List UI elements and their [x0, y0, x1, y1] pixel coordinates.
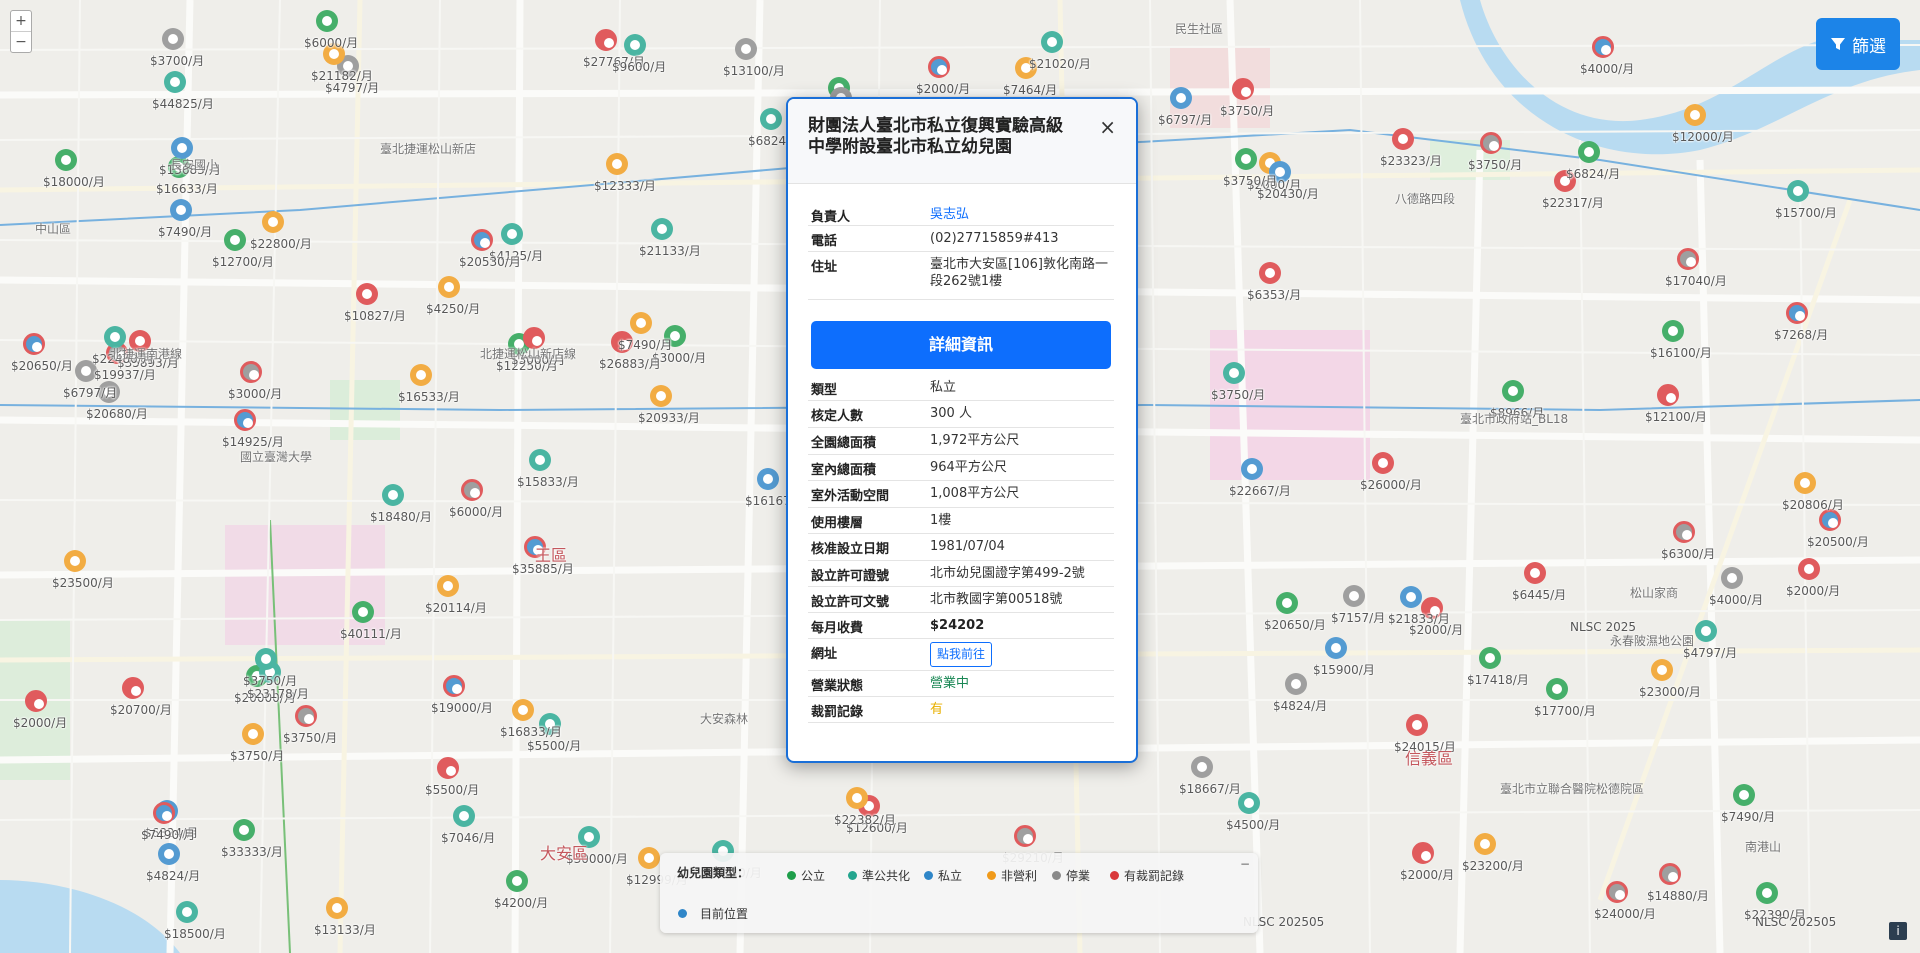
- filter-label: 篩選: [1852, 36, 1886, 57]
- legend-label: 公立: [801, 869, 826, 883]
- legend-dot-icon: [924, 871, 933, 880]
- legend-dot-icon: [987, 871, 996, 880]
- row-value: 1,008平方公尺: [930, 486, 1020, 501]
- info-row-owner: 負責人 吳志弘: [808, 201, 1114, 226]
- row-value: 1,972平方公尺: [930, 433, 1020, 448]
- row-value: 964平方公尺: [930, 460, 1007, 475]
- info-row: 設立許可證號 北市幼兒園證字第499-2號: [808, 560, 1114, 587]
- info-row-penalty: 裁罰記錄 有: [808, 696, 1114, 723]
- penalty-value: 有: [930, 702, 944, 717]
- filter-button[interactable]: 篩選: [1816, 18, 1900, 70]
- info-row: 室內總面積 964平方公尺: [808, 454, 1114, 481]
- row-key: 全園總面積: [811, 436, 877, 451]
- row-key: 室外活動空間: [811, 489, 890, 504]
- info-row: 全園總面積 1,972平方公尺: [808, 427, 1114, 455]
- row-value: 北市幼兒園證字第499-2號: [930, 566, 1085, 581]
- watermark: NLSC 2025: [1570, 620, 1637, 634]
- zoom-control: + −: [10, 10, 32, 53]
- row-key: 負責人: [811, 210, 851, 225]
- row-value: 300 人: [930, 406, 972, 421]
- row-key: 營業狀態: [811, 679, 864, 694]
- legend-label: 有裁罰記錄: [1124, 869, 1185, 883]
- info-row-address: 住址 臺北市大安區[106]敦化南路一段262號1樓: [808, 251, 1114, 300]
- legend-title: 幼兒園類型：: [677, 866, 750, 880]
- legend-dot-icon: [1052, 871, 1061, 880]
- modal-header: 財團法人臺北市私立復興實驗高級中學附設臺北市私立幼兒園 ×: [788, 99, 1136, 184]
- legend-item: 停業: [1052, 867, 1090, 884]
- legend-dot-icon: [848, 871, 857, 880]
- row-key: 設立許可文號: [811, 595, 890, 610]
- row-key: 使用樓層: [811, 516, 864, 531]
- row-value: 臺北市大安區[106]敦化南路一段262號1樓: [930, 257, 1108, 289]
- row-key: 設立許可證號: [811, 569, 890, 584]
- info-row: 室外活動空間 1,008平方公尺: [808, 480, 1114, 508]
- legend-panel: 幼兒園類型： − 公立 準公共化 私立 非營利 停業 有裁罰記錄 目前位置: [660, 853, 1258, 933]
- close-button[interactable]: ×: [1099, 115, 1116, 139]
- legend-item: 私立: [924, 867, 962, 884]
- row-value: (02)27715859#413: [930, 231, 1059, 246]
- status-value: 營業中: [930, 676, 970, 691]
- legend-collapse-button[interactable]: −: [1240, 857, 1250, 871]
- info-row: 核定人數 300 人: [808, 400, 1114, 428]
- legend-label: 準公共化: [862, 869, 911, 883]
- row-key: 類型: [811, 383, 838, 398]
- legend-label: 私立: [938, 869, 963, 883]
- info-icon[interactable]: i: [1889, 922, 1907, 940]
- detail-button[interactable]: 詳細資訊: [811, 321, 1111, 369]
- filter-icon: [1831, 38, 1845, 50]
- row-key: 核准設立日期: [811, 542, 890, 557]
- info-row: 每月收費 $24202: [808, 612, 1114, 639]
- info-row-website: 網址 點我前往: [808, 638, 1114, 671]
- legend-item: 有裁罰記錄: [1110, 867, 1184, 884]
- watermark: NLSC 202505: [1755, 915, 1837, 929]
- legend-dot-icon: [1110, 871, 1119, 880]
- row-value: $24202: [930, 618, 985, 633]
- website-link-button[interactable]: 點我前往: [930, 642, 993, 667]
- legend-item: 非營利: [987, 867, 1037, 884]
- row-key: 核定人數: [811, 409, 864, 424]
- row-value: 1981/07/04: [930, 539, 1005, 554]
- info-row-phone: 電話 (02)27715859#413: [808, 225, 1114, 252]
- row-key: 室內總面積: [811, 463, 877, 478]
- row-key: 網址: [811, 647, 838, 662]
- kindergarten-detail-modal: 財團法人臺北市私立復興實驗高級中學附設臺北市私立幼兒園 × 負責人 吳志弘 電話…: [786, 97, 1138, 763]
- info-row: 類型 私立: [808, 374, 1114, 401]
- legend-label: 停業: [1066, 869, 1091, 883]
- row-value: 1樓: [930, 513, 952, 528]
- legend-label: 目前位置: [700, 907, 749, 921]
- current-location-dot-icon: [678, 909, 687, 918]
- info-row: 設立許可文號 北市教國字第00518號: [808, 586, 1114, 613]
- row-key: 每月收費: [811, 621, 864, 636]
- legend-item-current-location: 目前位置: [678, 905, 748, 922]
- legend-item: 準公共化: [848, 867, 910, 884]
- info-row: 使用樓層 1樓: [808, 507, 1114, 534]
- row-value: 北市教國字第00518號: [930, 592, 1063, 607]
- info-row-status: 營業狀態 營業中: [808, 670, 1114, 697]
- modal-title: 財團法人臺北市私立復興實驗高級中學附設臺北市私立幼兒園: [808, 116, 1063, 157]
- info-row: 核准設立日期 1981/07/04: [808, 533, 1114, 561]
- zoom-in-button[interactable]: +: [11, 11, 31, 31]
- owner-link[interactable]: 吳志弘: [930, 206, 1114, 223]
- row-value: 私立: [930, 380, 957, 395]
- row-key: 裁罰記錄: [811, 705, 864, 720]
- legend-item: 公立: [787, 867, 825, 884]
- row-key: 電話: [811, 234, 838, 249]
- legend-label: 非營利: [1001, 869, 1038, 883]
- zoom-out-button[interactable]: −: [11, 31, 31, 52]
- row-key: 住址: [811, 260, 838, 275]
- legend-dot-icon: [787, 871, 796, 880]
